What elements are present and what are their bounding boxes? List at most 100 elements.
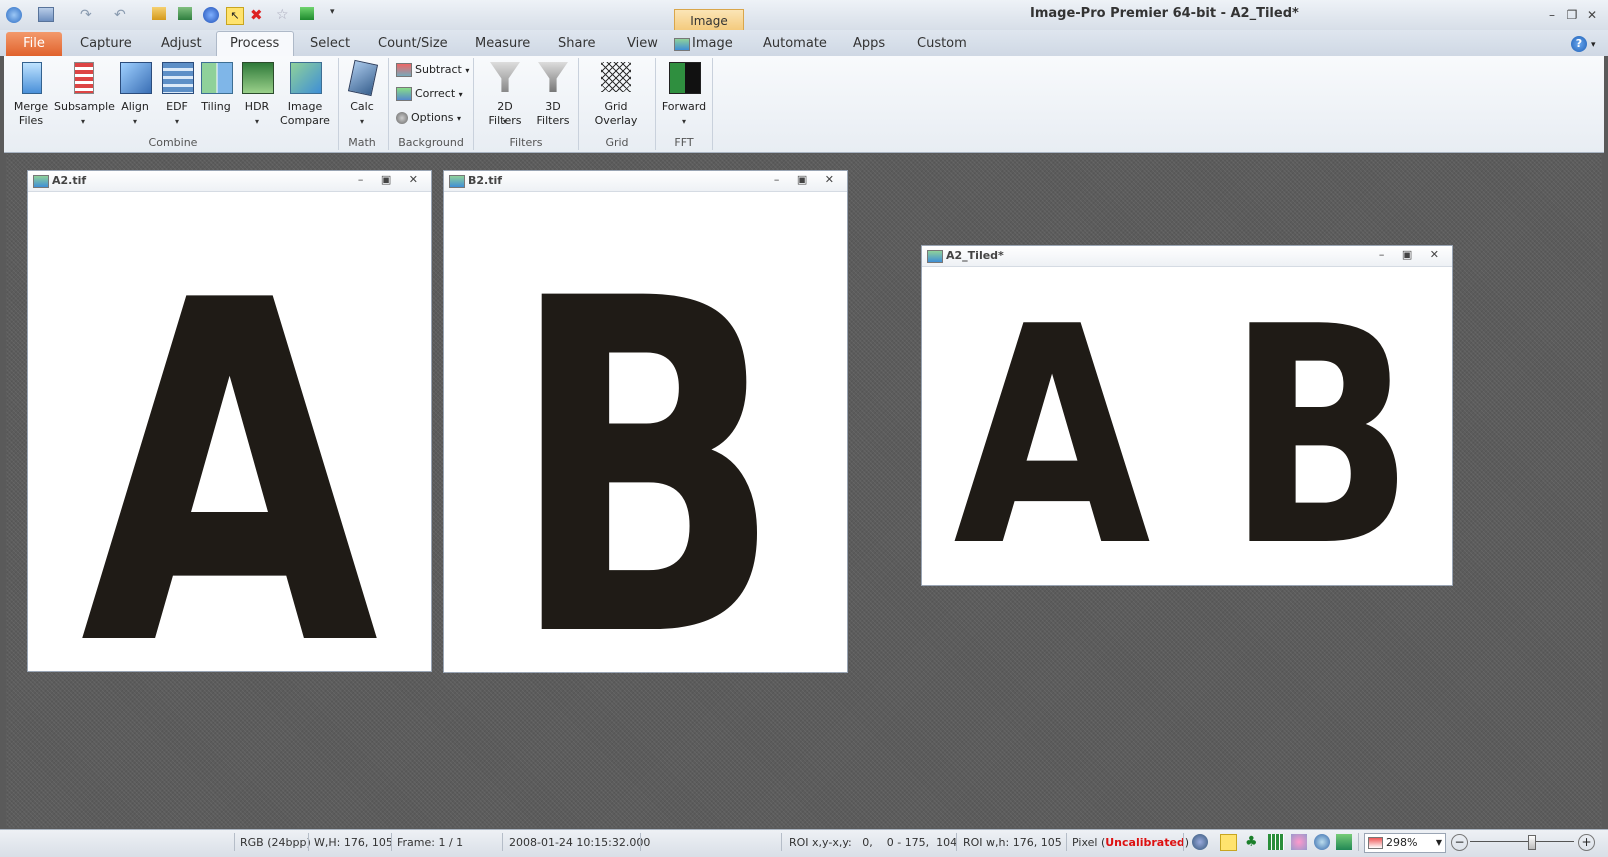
image-window-b2[interactable]: B2.tif – ▣ ✕ B [443,170,848,673]
hdr-button[interactable]: HDR ▾ [238,58,276,134]
group-label-background: Background [398,136,464,149]
status-separator [308,833,309,851]
hdr-icon [242,62,274,94]
options-button[interactable]: Options ▾ [396,111,461,124]
status-separator [781,833,782,851]
tree-icon[interactable]: ♣ [1245,834,1261,850]
image-window-a2-tiled[interactable]: A2_Tiled* – ▣ ✕ A B [921,245,1453,586]
excel-icon[interactable] [300,7,314,20]
correct-button[interactable]: Correct ▾ [396,87,463,101]
2d-filters-button[interactable]: 2D Filters ▾ [480,58,530,134]
open-icon[interactable] [152,7,166,20]
tab-automate[interactable]: Automate [763,36,827,51]
zoom-in-icon[interactable]: + [1578,834,1595,851]
forward-fft-button[interactable]: Forward ▾ [660,58,708,134]
options-gear-icon [396,112,408,124]
window-header: A2.tif – ▣ ✕ [28,171,431,192]
image-icon [927,250,943,263]
window-title-a2-tiled: A2_Tiled* [946,249,1004,262]
layers-icon[interactable] [1336,834,1352,850]
image-window-a2[interactable]: A2.tif – ▣ ✕ A [27,170,432,672]
3d-filters-button[interactable]: 3D Filters [532,58,574,134]
layout-icon[interactable] [38,7,54,22]
star-icon[interactable]: ☆ [276,7,292,23]
window-title: Image-Pro Premier 64-bit - A2_Tiled* [1030,6,1299,21]
status-roi-size: ROI w,h: 176, 105 [963,836,1062,849]
pointer-icon[interactable]: ↖ [226,7,244,25]
minimize-icon[interactable]: – [1544,7,1560,23]
tab-count-size[interactable]: Count/Size [378,36,448,51]
tab-capture[interactable]: Capture [80,36,132,51]
status-calibration[interactable]: Pixel (Uncalibrated) [1072,836,1189,849]
subtract-icon [396,63,412,77]
subtract-label: Subtract [415,63,462,76]
tab-adjust[interactable]: Adjust [161,36,202,51]
calibration-suffix: ) [1184,836,1190,849]
group-separator [578,58,579,150]
help-dropdown-icon[interactable]: ▾ [1591,40,1596,50]
merge-files-button[interactable]: Merge Files [10,58,52,134]
status-separator [502,833,503,851]
image-compare-icon [290,62,322,94]
tab-file[interactable]: File [6,32,62,56]
funnel-icon [490,62,520,92]
hdr-dropdown-icon: ▾ [254,117,259,126]
grid-overlay-button[interactable]: Grid Overlay [582,58,650,134]
edf-label: EDF [166,100,188,113]
tab-process[interactable]: Process [230,36,279,51]
options-dropdown-icon: ▾ [456,114,461,123]
zoom-out-icon[interactable]: − [1451,834,1468,851]
image-icon [449,175,465,188]
window-controls[interactable]: – ▣ ✕ [1379,248,1446,261]
window-controls[interactable]: – ▣ ✕ [774,173,841,186]
align-button[interactable]: Align ▾ [116,58,154,134]
grid-overlay-icon [601,62,631,92]
tiling-button[interactable]: Tiling [198,58,234,134]
image-compare-button[interactable]: Image Compare [280,58,330,134]
tab-share[interactable]: Share [558,36,596,51]
delete-icon[interactable]: ✖ [250,7,266,23]
group-separator [338,58,339,150]
zoom-slider-thumb[interactable] [1528,835,1536,850]
forward-dropdown-icon: ▾ [681,117,686,126]
help-icon[interactable]: ? [1571,36,1587,52]
zoom-slider-track[interactable] [1470,841,1574,842]
calc-button[interactable]: Calc ▾ [342,58,382,134]
zoom-select[interactable]: 298% ▼ [1364,833,1446,853]
tab-measure[interactable]: Measure [475,36,530,51]
window-header: B2.tif – ▣ ✕ [444,171,847,192]
merge-files-icon [22,62,42,94]
2d-filters-dropdown-icon: ▾ [502,117,507,126]
grid-icon[interactable] [1268,834,1284,850]
customize-toolbar-icon[interactable]: ▾ [330,7,346,23]
window-controls[interactable]: – ▣ ✕ [358,173,425,186]
globe-icon[interactable] [203,7,219,23]
status-separator [1358,833,1359,851]
app-menu-icon[interactable] [6,7,22,23]
overlay-icon[interactable] [1291,834,1307,850]
status-separator [1066,833,1067,851]
tab-custom[interactable]: Custom [917,36,967,51]
tab-view[interactable]: View [627,36,658,51]
sphere-icon[interactable] [1314,834,1330,850]
window-title-a2: A2.tif [52,174,87,187]
redo-icon[interactable]: ↷ [80,7,96,23]
tab-image[interactable]: Image [692,36,733,51]
tab-apps[interactable]: Apps [853,36,885,51]
image-view-icon[interactable] [1220,834,1237,851]
group-label-math: Math [348,136,376,149]
subsample-dropdown-icon: ▾ [80,117,85,126]
funnel-3d-icon [538,62,568,92]
subtract-button[interactable]: Subtract ▾ [396,63,469,77]
restore-icon[interactable]: ❐ [1564,7,1580,23]
tab-select[interactable]: Select [310,36,350,51]
group-label-fft: FFT [674,136,694,149]
subsample-button[interactable]: Subsample ▾ [54,58,115,134]
close-icon[interactable]: ✕ [1584,7,1600,23]
calibration-icon[interactable] [1192,834,1208,850]
print-icon[interactable] [178,7,192,20]
status-separator [1183,833,1184,851]
edf-button[interactable]: EDF ▾ [158,58,196,134]
undo-icon[interactable]: ↶ [114,7,130,23]
calculator-icon [347,59,379,97]
